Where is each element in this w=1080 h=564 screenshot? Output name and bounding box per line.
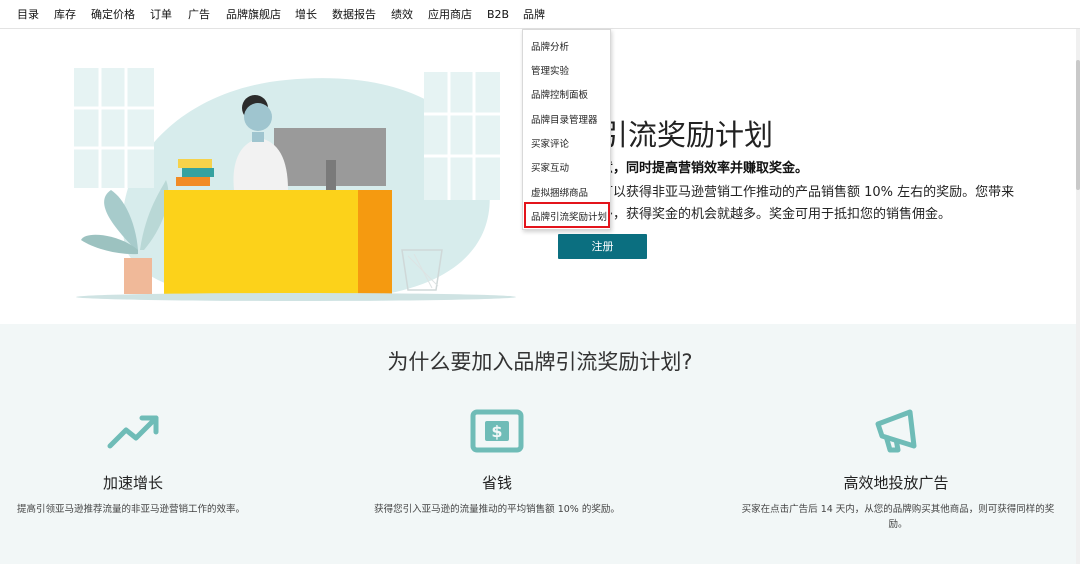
dropdown-item-brand-dashboard[interactable]: 品牌控制面板 (531, 87, 588, 101)
dropdown-item-brand-analytics[interactable]: 品牌分析 (531, 39, 569, 53)
dropdown-item-customer-engagement[interactable]: 买家互动 (531, 160, 569, 174)
dropdown-item-virtual-bundles[interactable]: 虚拟捆绑商品 (531, 185, 588, 199)
nav-item-b2b[interactable]: B2B (487, 0, 509, 29)
highlight-box (524, 202, 610, 228)
nav-item-brand-stores[interactable]: 品牌旗舰店 (226, 0, 281, 29)
nav-item-orders[interactable]: 订单 (150, 0, 172, 29)
hero-description-line1: 可以获得非亚马逊营销工作推动的产品销售额 10% 左右的奖励。您带来 (600, 185, 1015, 200)
hero-description-line2: 多，获得奖金的机会就越多。奖金可用于抵扣您的销售佣金。 (600, 207, 952, 222)
dollar-bill-icon: $ (470, 409, 524, 453)
why-join-section: 为什么要加入品牌引流奖励计划? 加速增长 提高引领亚马逊推荐流量的非亚马逊营销工… (0, 324, 1080, 564)
nav-item-reports[interactable]: 数据报告 (332, 0, 376, 29)
nav-item-growth[interactable]: 增长 (295, 0, 317, 29)
office-illustration (74, 68, 516, 301)
nav-item-inventory[interactable]: 库存 (54, 0, 76, 29)
dropdown-item-manage-experiments[interactable]: 管理实验 (531, 63, 569, 77)
feature-title-growth: 加速增长 (102, 474, 163, 492)
section-title: 为什么要加入品牌引流奖励计划? (387, 350, 693, 374)
nav-item-pricing[interactable]: 确定价格 (91, 0, 135, 29)
register-button[interactable]: 注册 (558, 234, 647, 259)
brands-dropdown-menu: 品牌分析 管理实验 品牌控制面板 品牌目录管理器 买家评论 买家互动 虚拟捆绑商… (522, 29, 611, 230)
dropdown-item-brand-catalog-manager[interactable]: 品牌目录管理器 (531, 112, 598, 126)
hero-subtitle: 意，同时提高营销效率并赚取奖金。 (600, 161, 809, 176)
feature-desc-advertising: 买家在点击广告后 14 天内，从您的品牌购买其他商品，则可获得同样的奖励。 (741, 504, 1055, 530)
svg-text:$: $ (491, 422, 502, 441)
nav-item-advertising[interactable]: 广告 (188, 0, 210, 29)
nav-item-performance[interactable]: 绩效 (391, 0, 413, 29)
nav-item-catalog[interactable]: 目录 (17, 0, 39, 29)
top-nav: 目录 库存 确定价格 订单 广告 品牌旗舰店 增长 数据报告 绩效 应用商店 B… (0, 0, 1080, 29)
nav-item-appstore[interactable]: 应用商店 (428, 0, 472, 29)
nav-item-brands[interactable]: 品牌 (523, 0, 545, 29)
scrollbar-thumb[interactable] (1076, 60, 1080, 190)
feature-title-advertising: 高效地投放广告 (843, 474, 949, 492)
feature-desc-save-money: 获得您引入亚马逊的流量推动的平均销售额 10% 的奖励。 (374, 504, 620, 515)
feature-desc-growth: 提高引领亚马逊推荐流量的非亚马逊营销工作的效率。 (16, 504, 245, 515)
trend-up-icon (107, 415, 159, 449)
feature-title-save-money: 省钱 (481, 474, 512, 492)
dropdown-item-customer-reviews[interactable]: 买家评论 (531, 136, 569, 150)
megaphone-icon (875, 409, 917, 453)
